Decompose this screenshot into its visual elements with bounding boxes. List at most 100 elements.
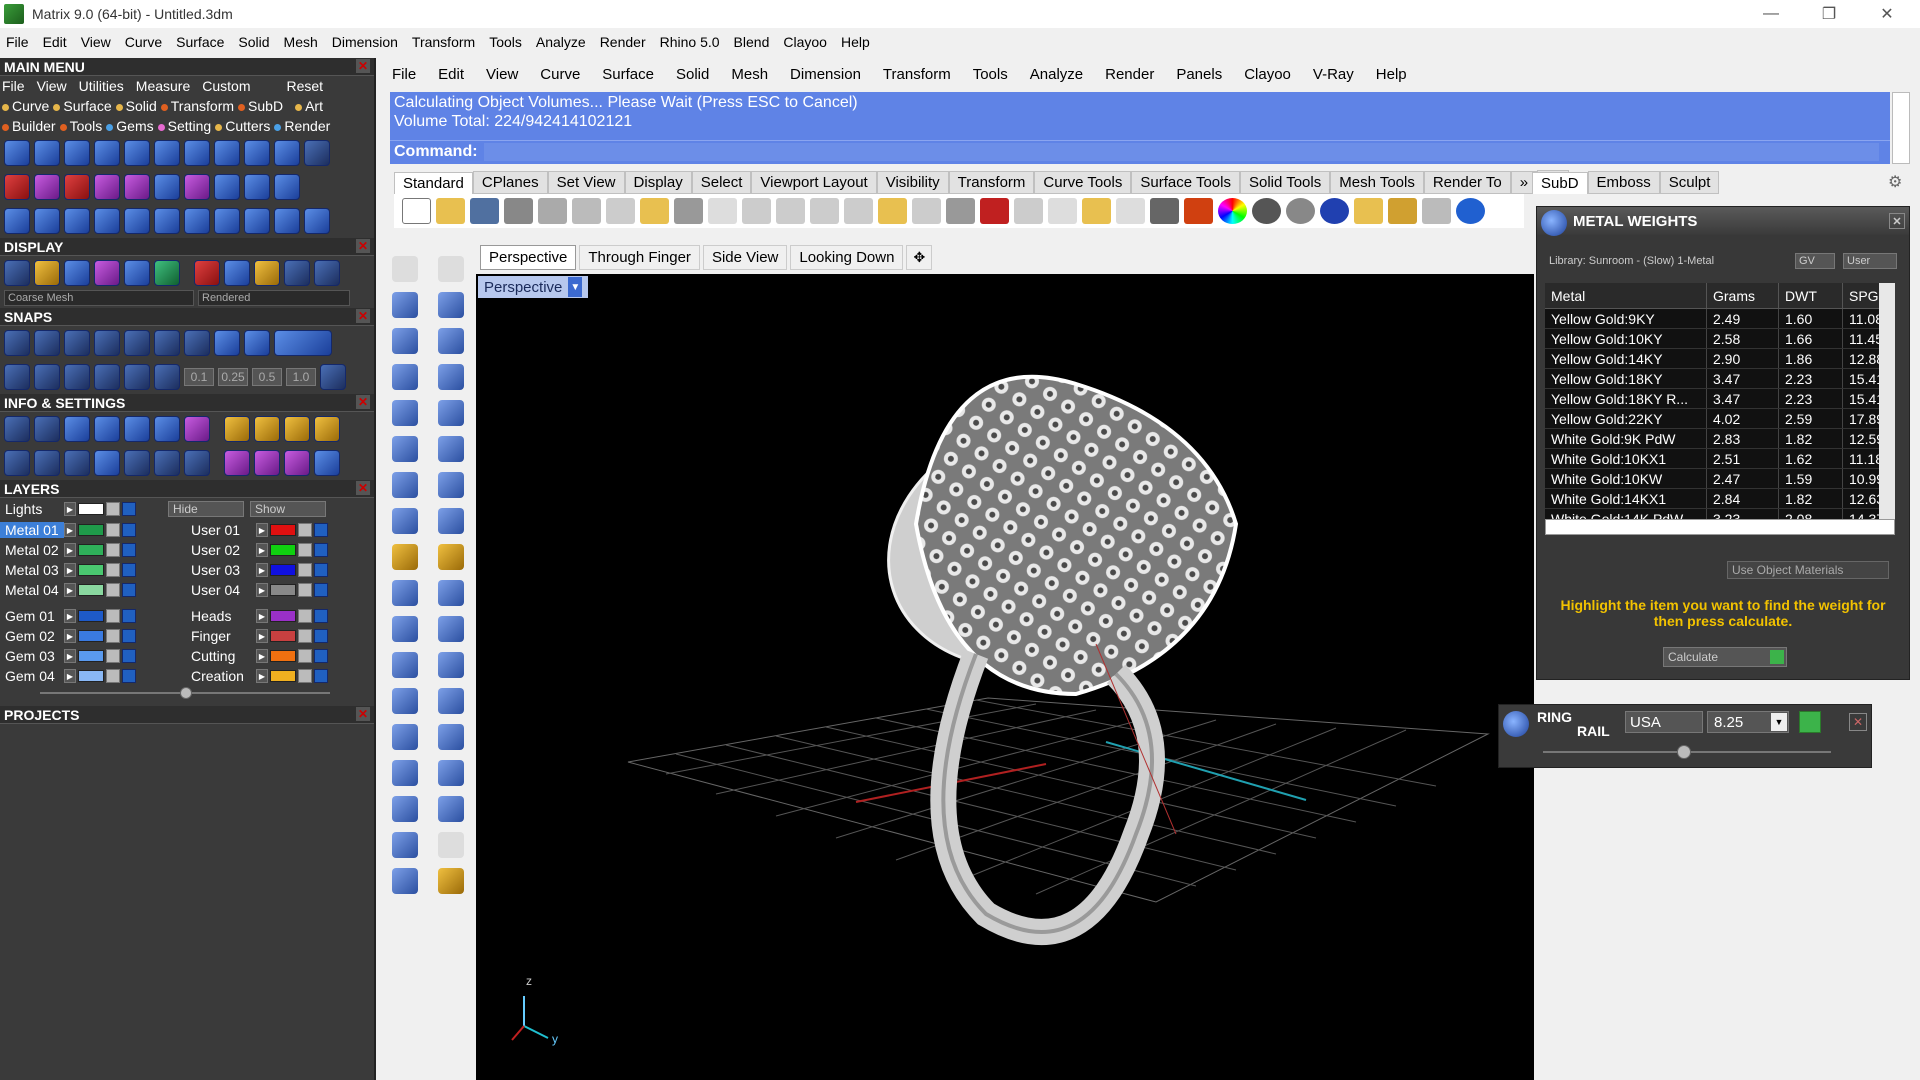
ring-size-standard-select[interactable]: USA [1625, 711, 1703, 733]
lock-icon[interactable] [1150, 198, 1179, 224]
layer-color[interactable] [78, 584, 104, 596]
chevron-right-icon[interactable]: ▶ [64, 523, 76, 537]
chevron-right-icon[interactable]: ▶ [64, 669, 76, 683]
layer-color[interactable] [78, 524, 104, 536]
trim-icon[interactable] [392, 580, 418, 606]
command-scrollbar[interactable] [1892, 92, 1910, 164]
add-viewport-icon[interactable]: ✥ [906, 244, 933, 270]
text-icon[interactable] [392, 688, 418, 714]
dimension-tool-icon[interactable] [438, 760, 464, 786]
chevron-right-icon[interactable]: ▶ [64, 502, 76, 516]
mesh-icon[interactable] [438, 508, 464, 534]
check-icon[interactable] [438, 832, 464, 858]
render-tool-icon[interactable] [438, 868, 464, 894]
open-folder-icon[interactable] [436, 198, 465, 224]
rendered-sphere-icon[interactable] [1286, 198, 1315, 224]
layer-color[interactable] [270, 524, 296, 536]
layers-icon[interactable] [64, 416, 90, 442]
tool-a-icon[interactable] [224, 416, 250, 442]
surface-icon[interactable] [392, 436, 418, 462]
sparkle-tool-icon[interactable] [244, 174, 270, 200]
snap-value-4[interactable]: 1.0 [286, 368, 316, 386]
layer-color[interactable] [270, 610, 296, 622]
col-metal[interactable]: Metal [1545, 283, 1707, 308]
snap-cen-icon[interactable] [124, 330, 150, 356]
stack-icon[interactable] [94, 416, 120, 442]
menu-clayoo[interactable]: Clayoo [783, 34, 827, 50]
viewport-tab-perspective[interactable]: Perspective [480, 244, 577, 270]
snap-pen-icon[interactable] [154, 364, 180, 390]
tab-viewport-layout[interactable]: Viewport Layout [751, 171, 877, 194]
paste-icon[interactable] [640, 198, 669, 224]
lock-icon[interactable] [106, 649, 120, 663]
point-icon[interactable] [438, 256, 464, 282]
table-row[interactable]: Yellow Gold:18KY R... 3.47 2.23 15.41 [1545, 389, 1895, 409]
list-icon[interactable] [184, 450, 210, 476]
layer-row[interactable]: Creation ▶ [186, 666, 372, 686]
snap-mid-icon[interactable] [94, 330, 120, 356]
color-wheel-icon[interactable] [1218, 198, 1247, 224]
tab-cplanes[interactable]: CPlanes [472, 171, 548, 194]
mm-view[interactable]: View [37, 78, 67, 94]
visibility-icon[interactable] [122, 649, 136, 663]
close-button[interactable]: ✕ [1858, 0, 1916, 28]
o-ring-tool-icon[interactable] [304, 208, 330, 234]
mm-builder[interactable]: Builder [2, 118, 56, 134]
multi-add-icon[interactable] [34, 174, 60, 200]
layer-name[interactable]: Gem 04 [0, 668, 64, 684]
layer-name[interactable]: Metal 01 [0, 522, 64, 538]
layer-name[interactable]: Metal 04 [0, 582, 64, 598]
snap-point-icon[interactable] [64, 330, 90, 356]
layer-name[interactable]: Gem 02 [0, 628, 64, 644]
snap-int-icon[interactable] [154, 330, 180, 356]
tool-d-icon[interactable] [314, 416, 340, 442]
scale-icon[interactable] [438, 688, 464, 714]
snap-value-1[interactable]: 0.1 [184, 368, 214, 386]
layer-name[interactable]: Heads [186, 608, 256, 624]
mm-tools[interactable]: Tools [59, 118, 102, 134]
layer-name[interactable]: Creation [186, 668, 256, 684]
layer-row[interactable]: Gem 01 ▶ [0, 606, 186, 626]
blend-icon[interactable] [438, 652, 464, 678]
close-icon[interactable]: ✕ [356, 59, 370, 73]
col-dwt[interactable]: DWT [1779, 283, 1843, 308]
light-bulb-icon[interactable] [1116, 198, 1145, 224]
cylinder-icon[interactable] [392, 508, 418, 534]
tab-mesh-tools[interactable]: Mesh Tools [1330, 171, 1424, 194]
analyze-icon[interactable] [392, 832, 418, 858]
layer-color[interactable] [270, 544, 296, 556]
chevron-right-icon[interactable]: ▶ [256, 669, 268, 683]
viewport-tab-looking-down[interactable]: Looking Down [790, 244, 904, 270]
layers-slider[interactable] [0, 686, 374, 702]
arch-tool-icon[interactable] [94, 174, 120, 200]
layer-row[interactable]: Cutting ▶ [186, 646, 372, 666]
bars-tool-icon[interactable] [94, 208, 120, 234]
menu-view[interactable]: View [81, 34, 111, 50]
lock-icon[interactable] [106, 629, 120, 643]
layer-row[interactable]: Metal 04 ▶ [0, 580, 186, 600]
chevron-right-icon[interactable]: ▶ [64, 649, 76, 663]
add-tool-icon[interactable] [4, 174, 30, 200]
viewport-tab-side-view[interactable]: Side View [702, 244, 788, 270]
tab-set-view[interactable]: Set View [547, 171, 625, 194]
band-tool-icon[interactable] [94, 140, 120, 166]
tab-render-tools[interactable]: Render To [1423, 171, 1511, 194]
layer-row[interactable]: Metal 01 ▶ [0, 520, 186, 540]
select-points-icon[interactable] [1082, 198, 1111, 224]
inner-menu-render[interactable]: Render [1105, 66, 1154, 83]
tool-b-icon[interactable] [254, 416, 280, 442]
snap-perp-icon[interactable] [184, 330, 210, 356]
snap-near-icon[interactable] [34, 330, 60, 356]
col-grams[interactable]: Grams [1707, 283, 1779, 308]
chevron-right-icon[interactable]: ▶ [256, 609, 268, 623]
layer-row[interactable]: Finger ▶ [186, 626, 372, 646]
inner-menu-analyze[interactable]: Analyze [1030, 66, 1083, 83]
layer-name[interactable]: User 03 [186, 562, 256, 578]
visibility-icon[interactable] [314, 543, 328, 557]
shank-tool-icon[interactable] [274, 140, 300, 166]
inner-menu-dimension[interactable]: Dimension [790, 66, 861, 83]
snap-plane-icon[interactable] [124, 364, 150, 390]
visibility-icon[interactable] [314, 583, 328, 597]
snap-value-2[interactable]: 0.25 [218, 368, 248, 386]
chevron-right-icon[interactable]: ▶ [64, 563, 76, 577]
